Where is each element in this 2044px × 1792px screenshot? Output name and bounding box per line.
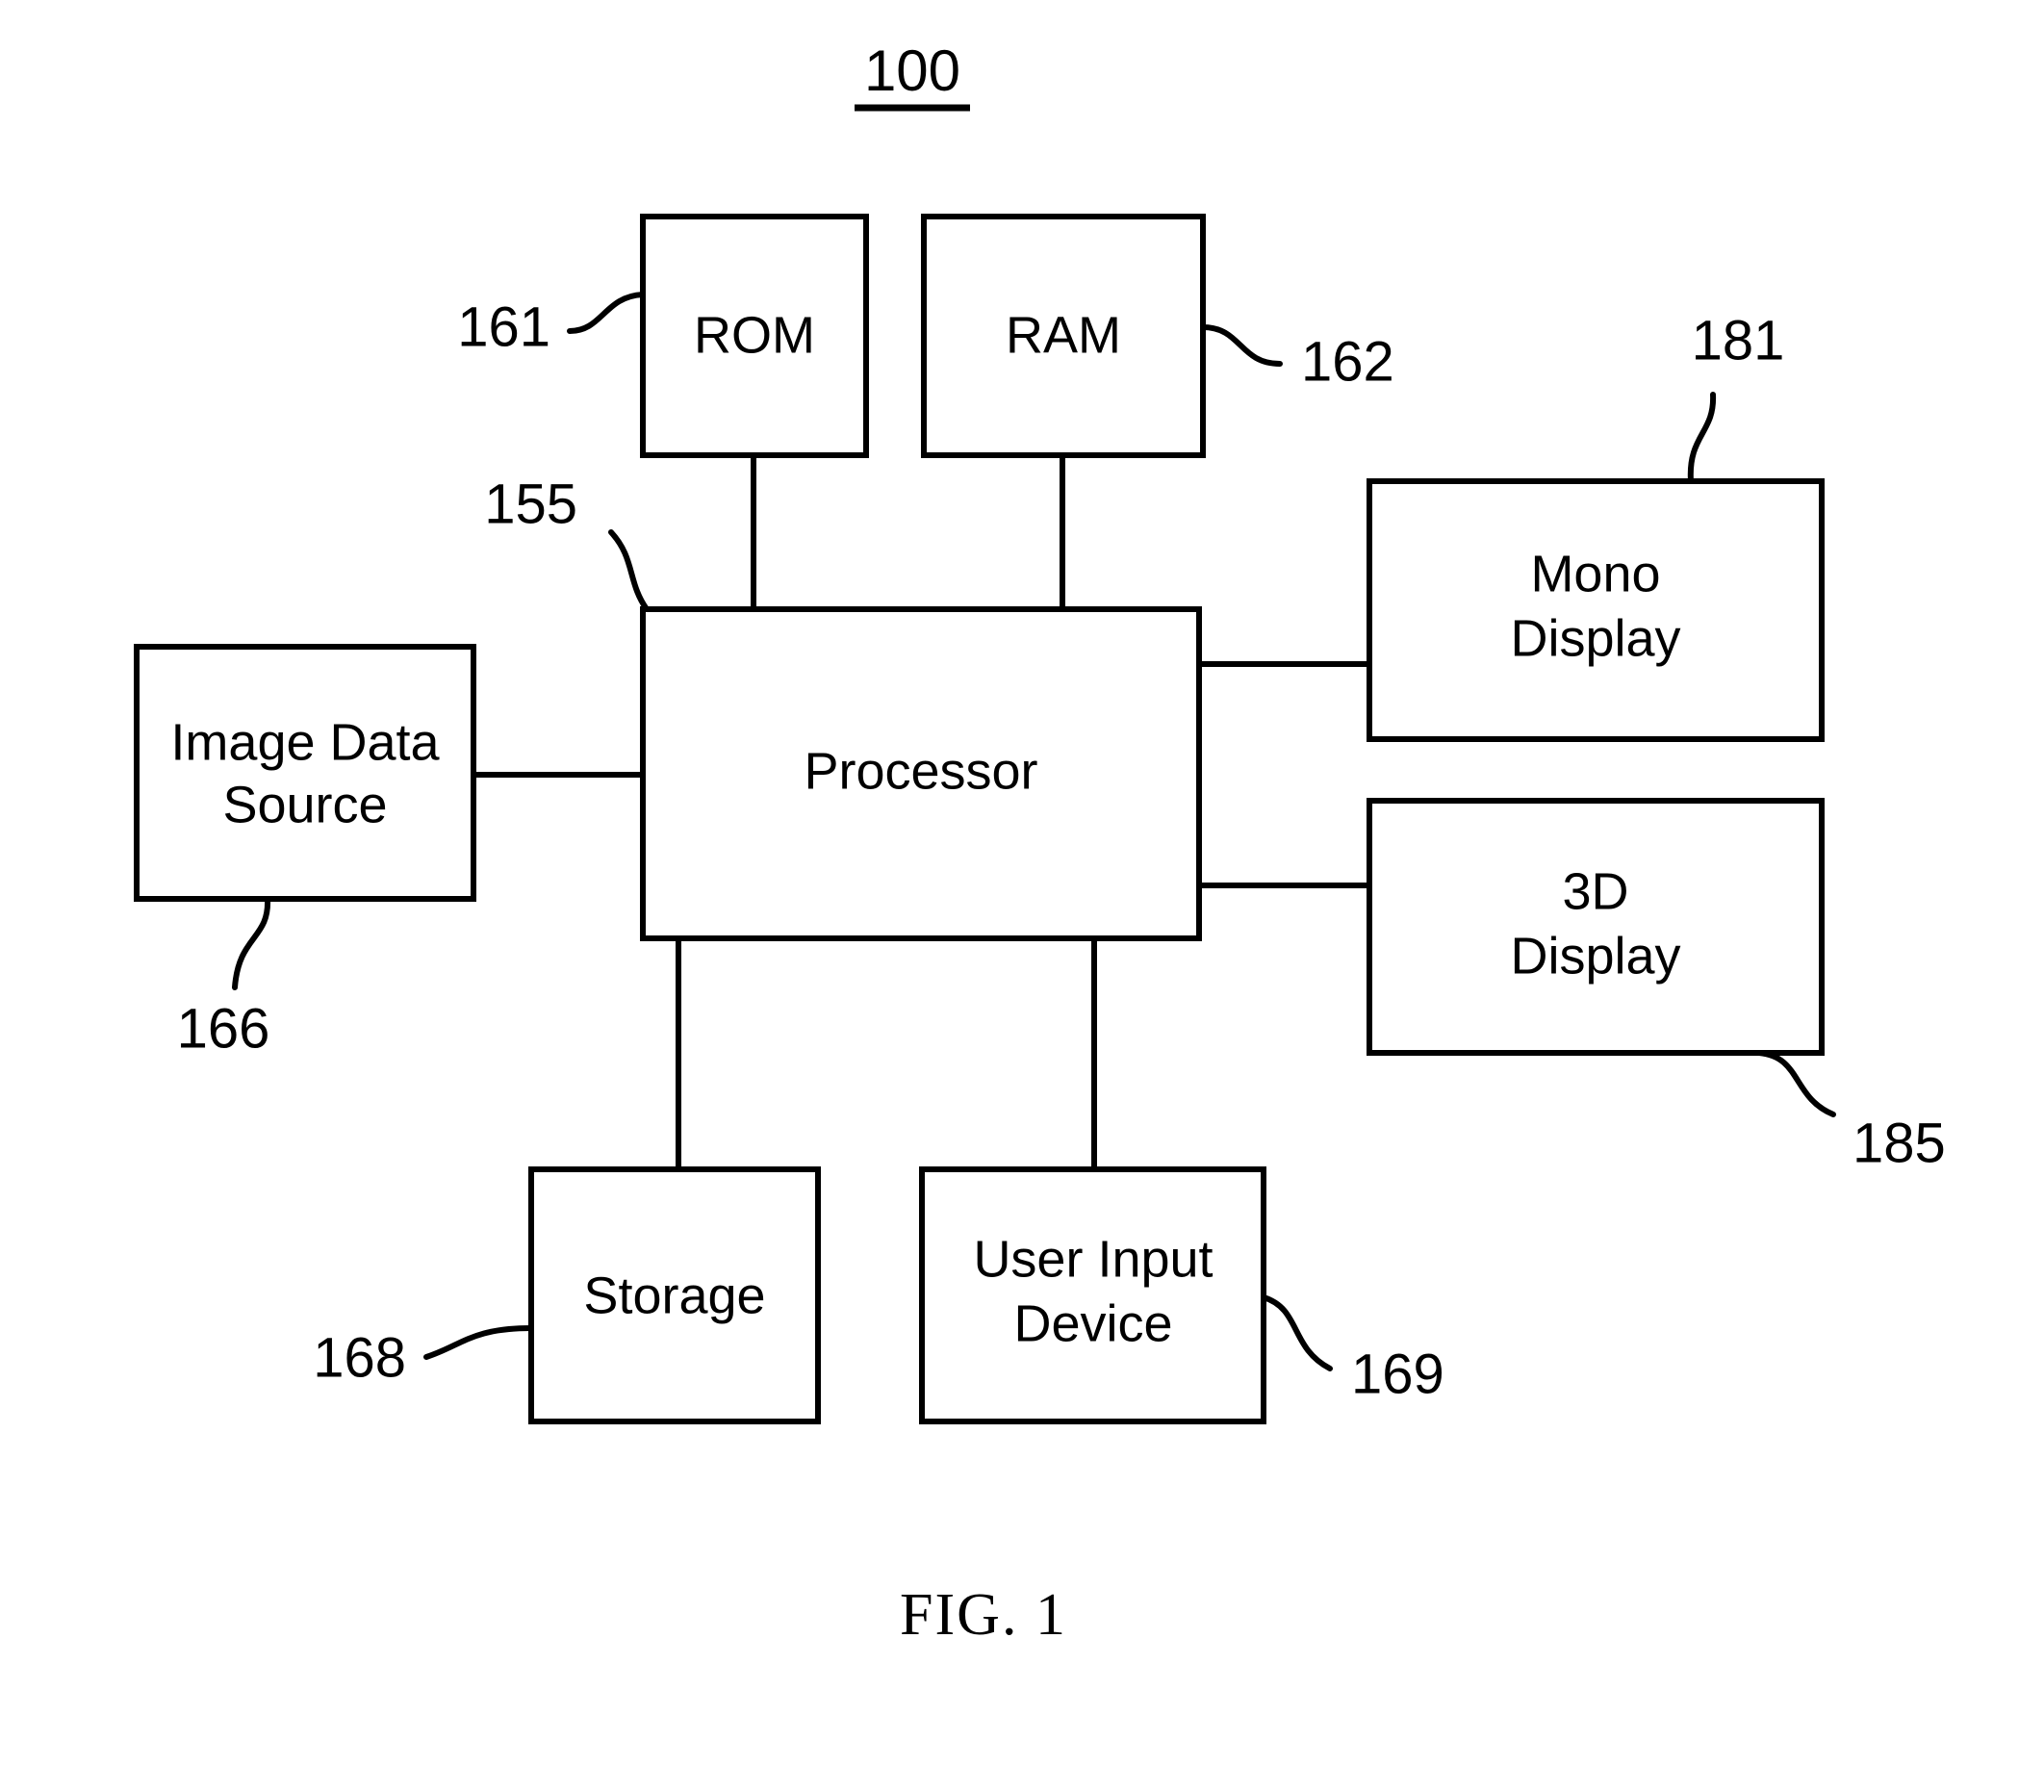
block-rom[interactable]: ROM bbox=[640, 214, 869, 458]
block-processor[interactable]: Processor bbox=[640, 606, 1202, 941]
block-diagram: 100 ROM 161 RAM 162 Processor 155 Image … bbox=[134, 38, 1946, 1648]
user-input-device-label-line2: Device bbox=[1013, 1294, 1172, 1352]
image-data-source-label-line1: Image Data bbox=[170, 713, 440, 771]
leader-line-169 bbox=[1261, 1294, 1333, 1371]
ram-label: RAM bbox=[1006, 306, 1121, 364]
ref-number-181: 181 bbox=[1692, 309, 1785, 371]
block-storage[interactable]: Storage bbox=[528, 1166, 821, 1424]
mono-display-label-line1: Mono bbox=[1530, 545, 1660, 602]
ref-number-169: 169 bbox=[1351, 1343, 1444, 1405]
leader-line-168 bbox=[423, 1325, 534, 1360]
figure-caption: FIG. 1 bbox=[900, 1582, 1067, 1648]
ref-number-166: 166 bbox=[177, 997, 270, 1060]
leader-line-166 bbox=[232, 896, 271, 990]
processor-label: Processor bbox=[804, 742, 1037, 800]
block-image-data-source[interactable]: Image Data Source bbox=[134, 644, 476, 902]
patent-figure-root: 100 ROM 161 RAM 162 Processor 155 Image … bbox=[0, 0, 2044, 1792]
ref-number-155: 155 bbox=[484, 473, 577, 535]
system-number-label: 100 bbox=[864, 38, 960, 103]
mono-display-label-line2: Display bbox=[1510, 609, 1680, 667]
3d-display-label-line2: Display bbox=[1510, 927, 1680, 985]
ref-number-168: 168 bbox=[313, 1326, 406, 1389]
image-data-source-label-line2: Source bbox=[222, 776, 387, 833]
block-user-input-device[interactable]: User Input Device bbox=[919, 1166, 1266, 1424]
block-3d-display[interactable]: 3D Display bbox=[1367, 798, 1825, 1056]
3d-display-label-line1: 3D bbox=[1562, 862, 1628, 920]
rom-label: ROM bbox=[694, 306, 815, 364]
leader-line-185 bbox=[1756, 1050, 1836, 1117]
ref-number-162: 162 bbox=[1301, 330, 1394, 393]
leader-line-162 bbox=[1200, 324, 1283, 367]
image-data-source-box[interactable] bbox=[134, 644, 476, 902]
leader-line-161 bbox=[567, 292, 646, 334]
leader-line-155 bbox=[608, 529, 650, 612]
storage-label: Storage bbox=[583, 1267, 765, 1324]
ref-number-161: 161 bbox=[457, 295, 550, 358]
block-mono-display[interactable]: Mono Display bbox=[1367, 478, 1825, 742]
leader-line-181 bbox=[1687, 392, 1717, 484]
user-input-device-label-line1: User Input bbox=[973, 1230, 1213, 1288]
block-ram[interactable]: RAM bbox=[921, 214, 1206, 458]
ref-number-185: 185 bbox=[1852, 1112, 1946, 1174]
